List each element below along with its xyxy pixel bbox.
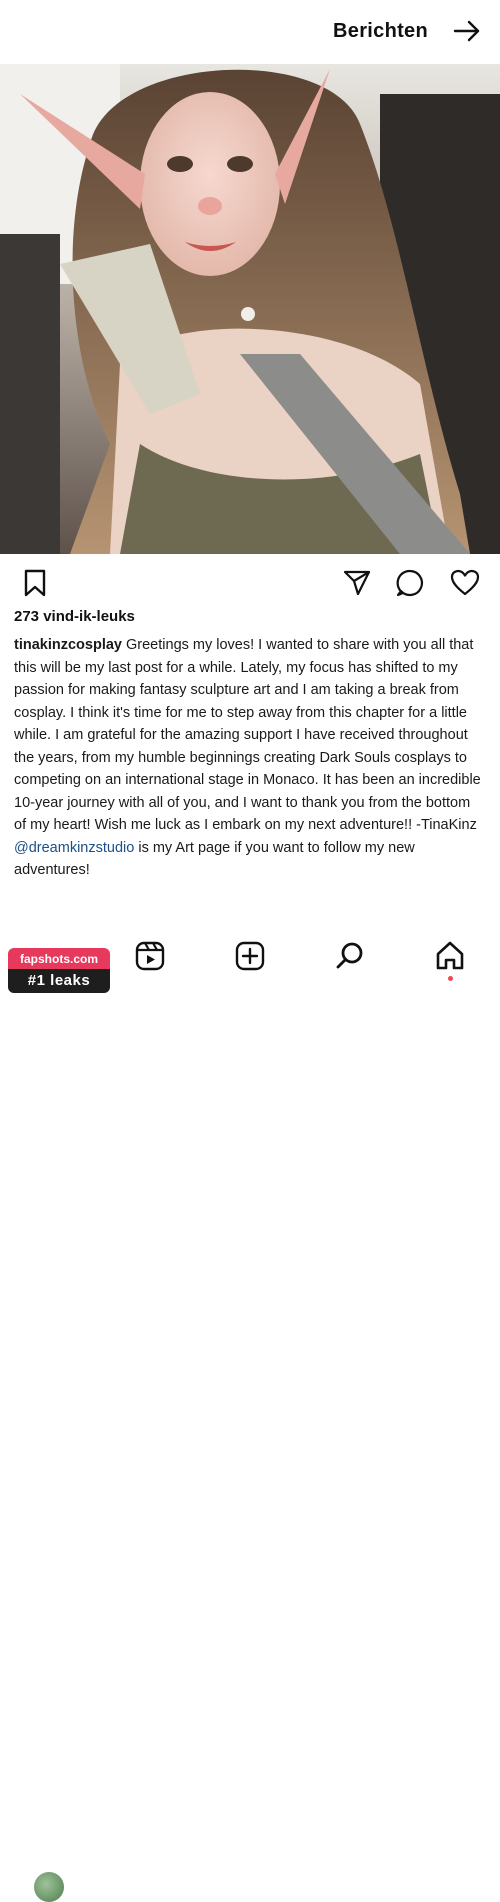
profile-avatar[interactable] — [34, 1872, 64, 1902]
reels-icon[interactable] — [134, 940, 166, 972]
watermark: fapshots.com #1 leaks — [8, 948, 110, 993]
likes-count[interactable]: 273 vind-ik-leuks — [14, 608, 135, 625]
watermark-site: fapshots.com — [8, 948, 110, 969]
mention-link[interactable]: @dreamkinzstudio — [14, 840, 134, 856]
create-icon[interactable] — [234, 940, 266, 972]
comment-icon[interactable] — [395, 568, 425, 598]
home-icon[interactable] — [434, 940, 466, 972]
post-image[interactable] — [0, 64, 500, 554]
author-username[interactable]: tinakinzcosplay — [14, 637, 122, 653]
send-icon[interactable] — [342, 568, 372, 598]
watermark-tagline: #1 leaks — [8, 969, 110, 993]
heart-icon[interactable] — [450, 568, 480, 598]
bookmark-icon[interactable] — [20, 568, 50, 598]
arrow-right-icon[interactable] — [452, 16, 482, 46]
post-actions — [0, 562, 500, 606]
search-icon[interactable] — [334, 940, 366, 972]
post-caption: tinakinzcosplay Greetings my loves! I wa… — [14, 634, 486, 882]
caption-text: Greetings my loves! I wanted to share wi… — [14, 637, 481, 833]
notification-dot — [448, 976, 453, 981]
top-bar: Berichten — [0, 0, 500, 62]
page-title: Berichten — [333, 19, 428, 42]
